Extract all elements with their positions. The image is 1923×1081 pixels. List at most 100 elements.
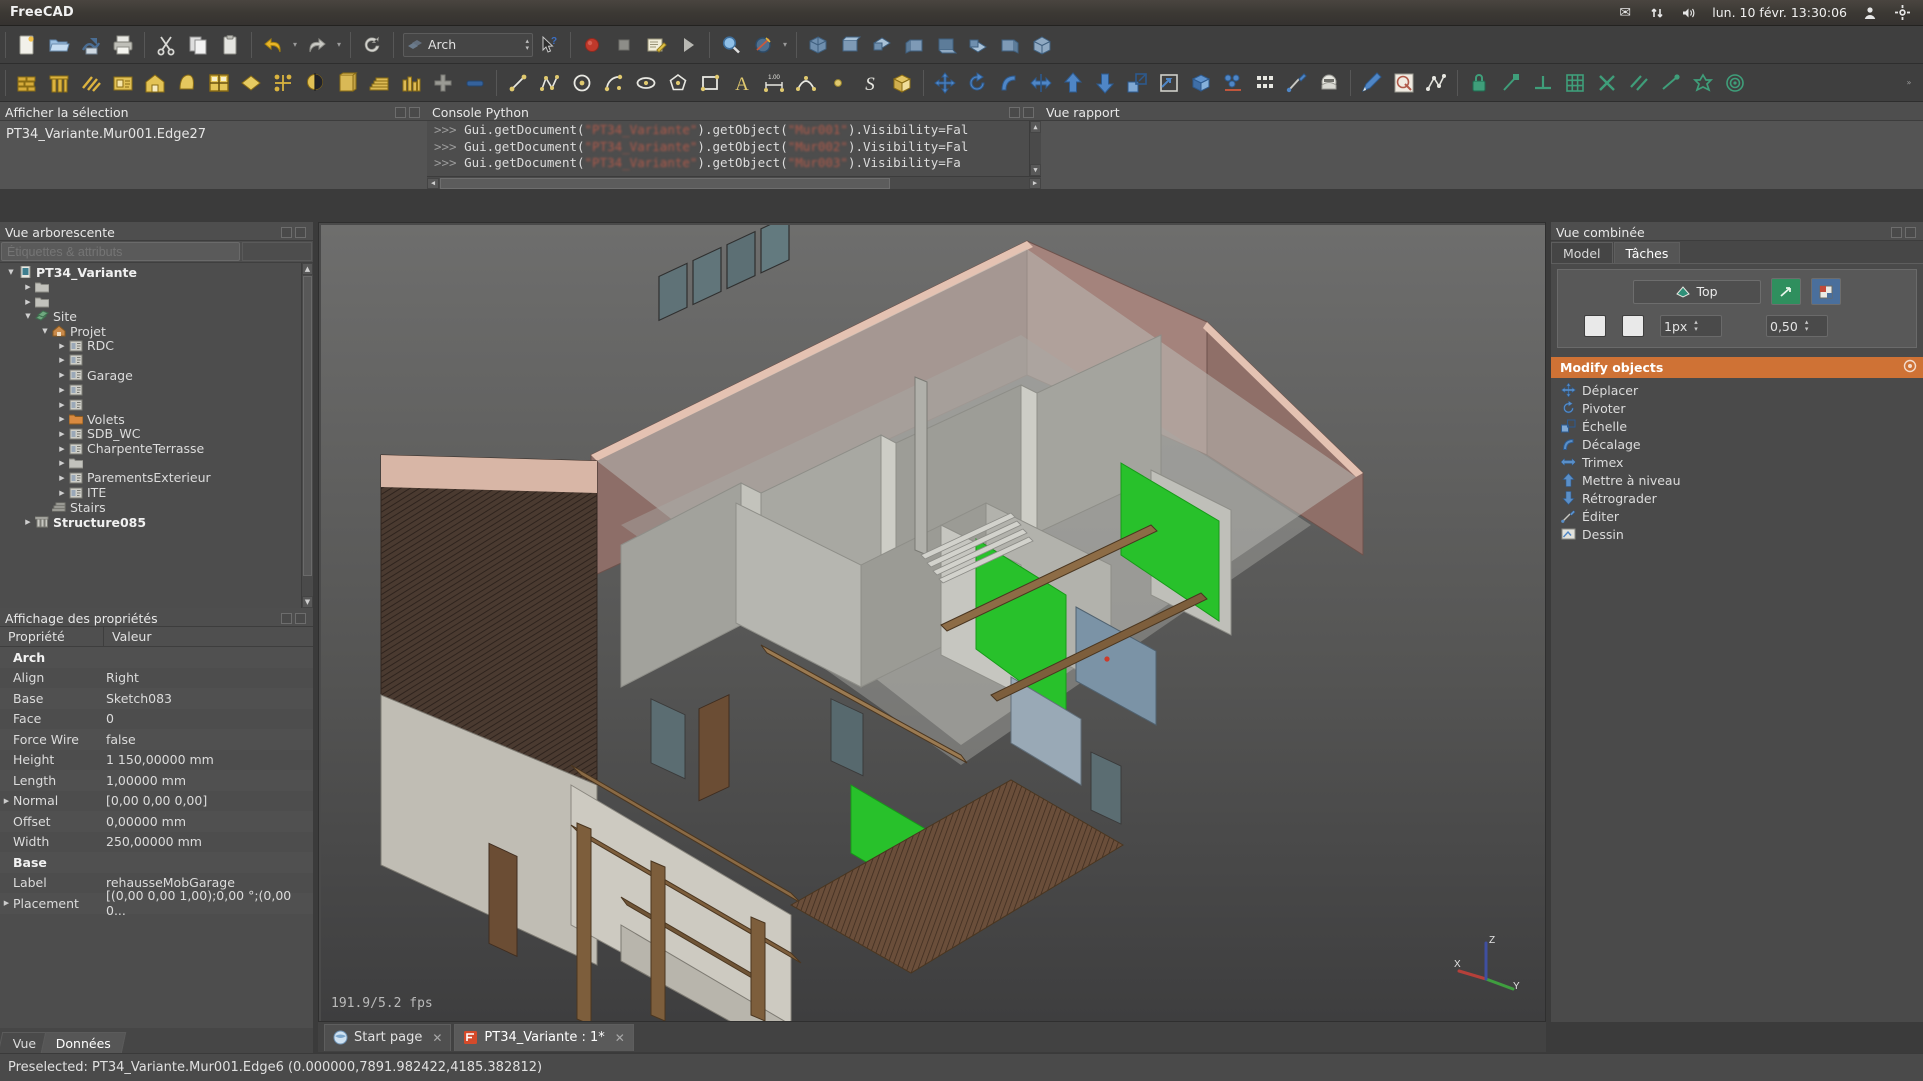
volume-icon[interactable] <box>1680 5 1698 21</box>
expand-arrow-icon[interactable]: ▶ <box>55 445 69 453</box>
command-decalage[interactable]: Décalage <box>1551 435 1923 453</box>
arch-wall-button[interactable] <box>12 68 42 98</box>
draft-wire-to-bspline-button[interactable] <box>1314 68 1344 98</box>
property-row-face[interactable]: Face 0 <box>0 709 313 730</box>
command-deplacer[interactable]: Déplacer <box>1551 381 1923 399</box>
view-bottom-icon[interactable] <box>963 30 993 60</box>
user-icon[interactable] <box>1861 5 1879 21</box>
network-updown-icon[interactable] <box>1648 5 1666 21</box>
draft-draft2sketch-button[interactable] <box>1186 68 1216 98</box>
line-width-spinbox[interactable]: 1px ▴ ▾ <box>1660 315 1722 337</box>
tree-node-volets[interactable]: ▶ Volets <box>0 412 313 427</box>
arch-panel-button[interactable] <box>396 68 426 98</box>
snap-lock-button[interactable] <box>1464 68 1494 98</box>
expand-arrow-icon[interactable]: ▶ <box>21 298 35 306</box>
snap-perpendicular-button[interactable] <box>1656 68 1686 98</box>
draft-scale-button[interactable] <box>1122 68 1152 98</box>
arch-axis-button[interactable] <box>268 68 298 98</box>
snap-midpoint-button[interactable] <box>1528 68 1558 98</box>
view-iso-icon[interactable] <box>1027 30 1057 60</box>
command-pivoter[interactable]: Pivoter <box>1551 399 1923 417</box>
expand-arrow-icon[interactable]: ▶ <box>55 401 69 409</box>
draft-stretch-button[interactable] <box>1421 68 1451 98</box>
working-plane-top-button[interactable]: Top <box>1633 279 1761 304</box>
command-retrograder[interactable]: Rétrograder <box>1551 489 1923 507</box>
arch-rebar-button[interactable] <box>76 68 106 98</box>
draft-array-button[interactable] <box>1218 68 1248 98</box>
property-row-height[interactable]: Height 1 150,00000 mm <box>0 750 313 771</box>
macro-record-button[interactable] <box>577 30 607 60</box>
tree-node-ite[interactable]: ▶ ITE <box>0 485 313 500</box>
arch-window-button[interactable] <box>204 68 234 98</box>
tree-node-parementsexterieur[interactable]: ▶ ParementsExterieur <box>0 470 313 485</box>
float-icon[interactable] <box>281 612 292 624</box>
command-mettre-a-niveau[interactable]: Mettre à niveau <box>1551 471 1923 489</box>
property-value[interactable]: 0 <box>103 711 313 726</box>
draft-edit-button[interactable] <box>1282 68 1312 98</box>
tab-taches[interactable]: Tâches <box>1613 242 1681 263</box>
arch-section-plane-button[interactable] <box>300 68 330 98</box>
property-row-placement[interactable]: ▶ Placement [(0,00 0,00 1,00);0,00 °;(0,00… <box>0 888 313 918</box>
draft-arc-button[interactable] <box>599 68 629 98</box>
draft-rectangle-button[interactable] <box>695 68 725 98</box>
expand-arrow-icon[interactable]: ▶ <box>55 459 69 467</box>
draft-mirror-button[interactable] <box>1389 68 1419 98</box>
mail-icon[interactable]: ✉ <box>1616 5 1634 21</box>
cut-button[interactable] <box>151 30 181 60</box>
snap-center-button[interactable] <box>1720 68 1750 98</box>
modify-objects-group-header[interactable]: Modify objects <box>1551 357 1923 378</box>
tab-start-page[interactable]: Start page ✕ <box>324 1023 452 1051</box>
property-value[interactable]: [(0,00 0,00 1,00);0,00 °;(0,00 0... <box>103 888 313 918</box>
3d-viewport[interactable]: 191.9/5.2 fps X Y Z <box>318 222 1546 1022</box>
property-value[interactable]: [0,00 0,00 0,00] <box>103 793 313 808</box>
expand-arrow-icon[interactable]: ▶ <box>55 489 69 497</box>
close-icon[interactable]: ✕ <box>432 1031 442 1045</box>
arch-add-button[interactable] <box>428 68 458 98</box>
arch-structure-button[interactable] <box>44 68 74 98</box>
draft-move-button[interactable] <box>930 68 960 98</box>
property-row-base[interactable]: Base <box>0 852 313 873</box>
expand-arrow-icon[interactable]: ▶ <box>55 415 69 423</box>
workbench-spinner[interactable]: ▴ ▾ <box>525 37 529 52</box>
tree-node-garage[interactable]: ▶ Garage <box>0 368 313 383</box>
draft-rotate-button[interactable] <box>962 68 992 98</box>
expand-arrow-icon[interactable]: ▶ <box>55 430 69 438</box>
property-value[interactable]: 0,00000 mm <box>103 814 313 829</box>
view-rear-icon[interactable] <box>931 30 961 60</box>
float-icon[interactable] <box>1009 106 1020 118</box>
scroll-down-arrow-icon[interactable]: ▼ <box>302 596 313 608</box>
draft-upgrade-button[interactable] <box>1058 68 1088 98</box>
tree-node-unnamed[interactable]: ▶ <box>0 353 313 368</box>
tree-node-charpenteterrasse[interactable]: ▶ CharpenteTerrasse <box>0 441 313 456</box>
python-console-body[interactable]: >>> Gui.getDocument("PT34_Variante").get… <box>427 121 1041 189</box>
selection-view-body[interactable]: PT34_Variante.Mur001.Edge27 <box>0 121 427 189</box>
view-top-icon[interactable] <box>867 30 897 60</box>
working-plane-proxy-button[interactable] <box>1811 278 1841 305</box>
workbench-selector[interactable]: Arch ▴ ▾ <box>403 32 533 57</box>
close-icon[interactable] <box>1023 106 1034 118</box>
property-row-normal[interactable]: ▶ Normal [0,00 0,00 0,00] <box>0 791 313 812</box>
expand-arrow-icon[interactable]: ▶ <box>21 283 35 291</box>
tab-model[interactable]: Model <box>1551 242 1613 263</box>
tree-search-extra-field[interactable] <box>242 242 312 261</box>
3d-scene[interactable]: 191.9/5.2 fps X Y Z <box>321 225 1545 1021</box>
arch-floor-button[interactable] <box>108 68 138 98</box>
report-view-body[interactable] <box>1041 121 1923 189</box>
draft-polygon-button[interactable] <box>663 68 693 98</box>
draft-point-button[interactable] <box>823 68 853 98</box>
expand-arrow-icon[interactable]: ▶ <box>55 356 69 364</box>
tree-vscrollbar[interactable]: ▲ ▼ <box>301 263 313 608</box>
collapse-arrow-icon[interactable]: ▼ <box>38 327 52 335</box>
save-document-button[interactable] <box>76 30 106 60</box>
draft-shape2dview-button[interactable] <box>1154 68 1184 98</box>
copy-button[interactable] <box>183 30 213 60</box>
draft-bspline-button[interactable] <box>791 68 821 98</box>
draw-style-button[interactable] <box>748 30 778 60</box>
whats-this-icon[interactable]: ? <box>534 30 564 60</box>
property-row-force-wire[interactable]: Force Wire false <box>0 729 313 750</box>
scroll-down-arrow-icon[interactable]: ▼ <box>1030 164 1041 176</box>
close-icon[interactable] <box>409 106 420 118</box>
snap-special-button[interactable] <box>1688 68 1718 98</box>
draft-facebinder-button[interactable] <box>887 68 917 98</box>
macro-stop-button[interactable] <box>609 30 639 60</box>
